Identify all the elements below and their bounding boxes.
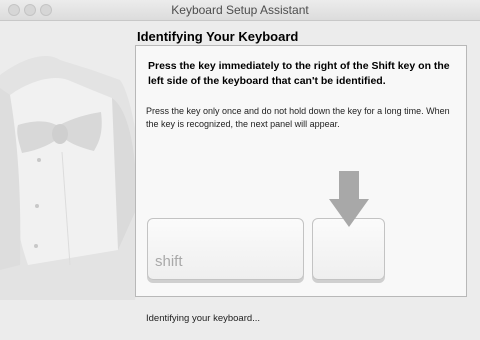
detail-text: Press the key only once and do not hold … — [146, 106, 450, 129]
identification-panel: Press the key immediately to the right o… — [135, 45, 467, 297]
page-title: Identifying Your Keyboard — [137, 29, 299, 44]
arrow-down-icon — [329, 171, 369, 227]
keyboard-setup-window: Keyboard Setup Assistant Identifying You… — [0, 0, 480, 340]
tuxedo-illustration — [0, 55, 145, 300]
shift-key: shift — [147, 218, 304, 280]
shift-key-label: shift — [155, 253, 183, 270]
status-text: Identifying your keyboard... — [146, 313, 261, 324]
instruction-text: Press the key immediately to the right o… — [148, 60, 450, 87]
title-bar: Keyboard Setup Assistant — [0, 0, 480, 21]
window-title: Keyboard Setup Assistant — [171, 3, 309, 17]
